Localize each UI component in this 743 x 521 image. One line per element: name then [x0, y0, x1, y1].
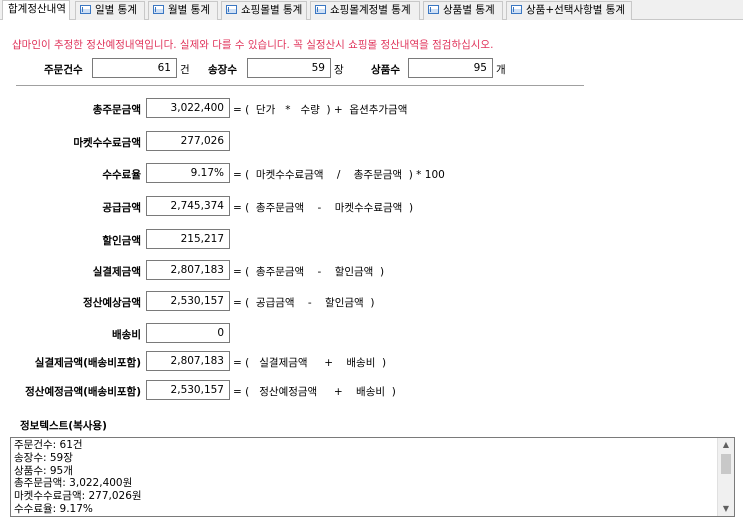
total-order-amount-field[interactable]: 3,022,400	[146, 98, 230, 118]
supply-amount-field[interactable]: 2,745,374	[146, 196, 230, 216]
expected-settlement-field[interactable]: 2,530,157	[146, 291, 230, 311]
info-line: 총주문금액: 3,022,400원	[14, 477, 133, 490]
fee-rate-formula: = ( 마켓수수료금액 / 총주문금액 ) * 100	[233, 169, 445, 181]
expected-settlement-label: 정산예상금액	[83, 297, 141, 309]
invoice-count-label: 송장수	[208, 64, 237, 76]
actual-payment-incl-shipping-formula: = ( 실결제금액 + 배송비 )	[233, 357, 387, 369]
actual-payment-incl-shipping-label: 실결제금액(배송비포함)	[34, 357, 141, 369]
tab-monthly-stats[interactable]: 월별 통계	[148, 1, 218, 20]
order-count-label: 주문건수	[44, 64, 83, 76]
discount-amount-field[interactable]: 215,217	[146, 229, 230, 249]
market-fee-amount-label: 마켓수수료금액	[73, 137, 141, 149]
notice-text: 샵마인이 추정한 정산예정내역입니다. 실제와 다를 수 있습니다. 꼭 실정산…	[12, 39, 494, 51]
fee-rate-label: 수수료율	[102, 169, 141, 181]
expected-settlement-formula: = ( 공급금액 - 할인금액 )	[233, 297, 375, 309]
scroll-thumb[interactable]	[721, 454, 731, 474]
tab-mall-stats[interactable]: 쇼핑몰별 통계	[221, 1, 307, 20]
tab-label: 월별 통계	[168, 4, 210, 16]
tab-daily-stats[interactable]: 일별 통계	[75, 1, 145, 20]
tab-product-option-stats[interactable]: 상품+선택사항별 통계	[506, 1, 632, 20]
scheduled-settlement-incl-shipping-field[interactable]: 2,530,157	[146, 380, 230, 400]
scroll-down-icon[interactable]: ▼	[718, 502, 734, 516]
invoice-count-unit: 장	[334, 64, 344, 76]
order-count-field[interactable]: 61	[92, 58, 177, 78]
actual-payment-field[interactable]: 2,807,183	[146, 260, 230, 280]
form-icon	[80, 5, 91, 14]
scheduled-settlement-incl-shipping-label: 정산예정금액(배송비포함)	[25, 386, 141, 398]
form-icon	[511, 5, 522, 14]
info-line: 송장수: 59장	[14, 451, 73, 464]
tab-bar: 합계정산내역 일별 통계 월별 통계 쇼핑몰별 통계 쇼핑몰계정별 통계 상품별…	[0, 0, 743, 21]
form-icon	[226, 5, 237, 14]
tab-label: 쇼핑몰계정별 통계	[330, 4, 411, 16]
tab-product-stats[interactable]: 상품별 통계	[423, 1, 503, 20]
tab-label: 상품+선택사항별 통계	[526, 4, 626, 16]
order-count-unit: 건	[180, 64, 190, 76]
divider	[16, 85, 584, 86]
tab-label: 상품별 통계	[443, 4, 495, 16]
form-icon	[153, 5, 164, 14]
scroll-up-icon[interactable]: ▲	[718, 438, 734, 452]
tab-mall-account-stats[interactable]: 쇼핑몰계정별 통계	[310, 1, 420, 20]
vertical-scrollbar[interactable]: ▲ ▼	[717, 438, 734, 516]
info-line: 주문건수: 61건	[14, 439, 83, 451]
scheduled-settlement-incl-shipping-formula: = ( 정산예정금액 + 배송비 )	[233, 386, 396, 398]
tab-label: 일별 통계	[95, 4, 137, 16]
info-line: 상품수: 95개	[14, 464, 73, 477]
total-order-amount-label: 총주문금액	[92, 104, 141, 116]
product-count-field[interactable]: 95	[408, 58, 493, 78]
tab-label: 쇼핑몰별 통계	[241, 4, 303, 16]
discount-amount-label: 할인금액	[102, 235, 141, 247]
info-text-content: 주문건수: 61건 송장수: 59장 상품수: 95개 총주문금액: 3,022…	[14, 439, 142, 516]
form-icon	[428, 5, 439, 14]
info-textarea[interactable]: 주문건수: 61건 송장수: 59장 상품수: 95개 총주문금액: 3,022…	[10, 437, 735, 517]
total-order-amount-formula: = ( 단가 * 수량 ) + 옵션추가금액	[233, 104, 408, 116]
form-icon	[315, 5, 326, 14]
actual-payment-label: 실결제금액	[92, 266, 141, 278]
shipping-fee-field[interactable]: 0	[146, 323, 230, 343]
supply-amount-formula: = ( 총주문금액 - 마켓수수료금액 )	[233, 202, 414, 214]
product-count-unit: 개	[496, 64, 506, 76]
settlement-panel: 샵마인이 추정한 정산예정내역입니다. 실제와 다를 수 있습니다. 꼭 실정산…	[0, 20, 743, 521]
actual-payment-incl-shipping-field[interactable]: 2,807,183	[146, 351, 230, 371]
supply-amount-label: 공급금액	[102, 202, 141, 214]
info-line: 수수료율: 9.17%	[14, 502, 93, 515]
tab-label: 합계정산내역	[8, 3, 66, 15]
product-count-label: 상품수	[371, 64, 400, 76]
actual-payment-formula: = ( 총주문금액 - 할인금액 )	[233, 266, 385, 278]
fee-rate-field[interactable]: 9.17%	[146, 163, 230, 183]
info-text-label: 정보텍스트(복사용)	[20, 420, 107, 432]
market-fee-amount-field[interactable]: 277,026	[146, 131, 230, 151]
invoice-count-field[interactable]: 59	[247, 58, 331, 78]
info-line: 마켓수수료금액: 277,026원	[14, 490, 142, 503]
shipping-fee-label: 배송비	[112, 329, 141, 341]
tab-total-settlement[interactable]: 합계정산내역	[2, 0, 70, 21]
